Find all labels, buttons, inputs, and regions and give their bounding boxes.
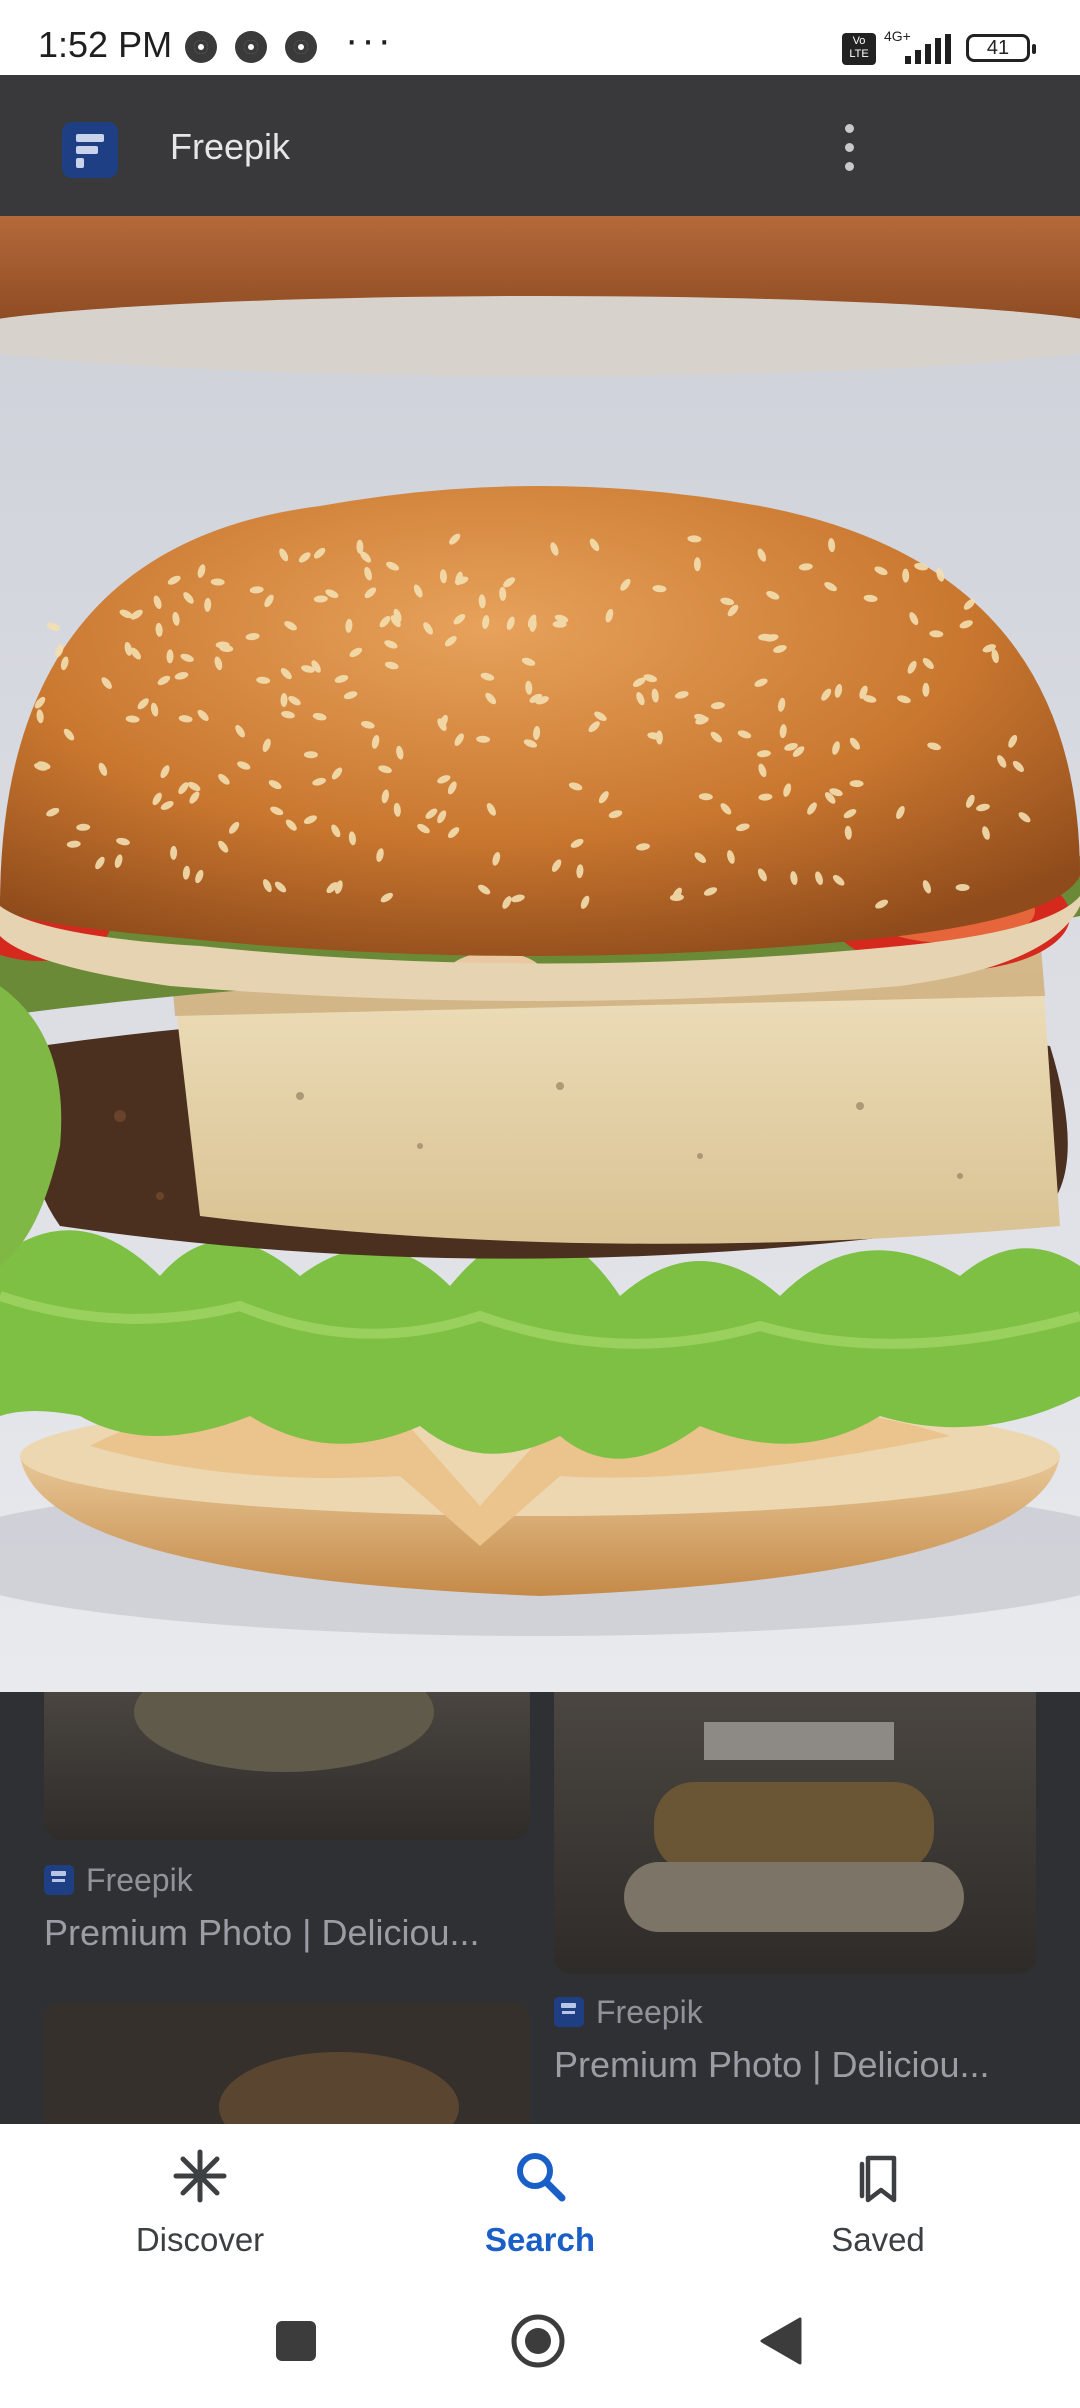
- battery-icon: 41: [966, 34, 1036, 62]
- image-viewer-header: [0, 75, 1080, 216]
- volte-icon: Vo LTE: [842, 33, 876, 65]
- status-time: 1:52 PM: [38, 24, 173, 65]
- recents-button[interactable]: [274, 2319, 318, 2363]
- nav-label: Search: [484, 2221, 596, 2258]
- freepik-logo: [44, 1865, 74, 1895]
- freepik-logo[interactable]: [62, 122, 118, 178]
- site-name[interactable]: Freepik: [170, 126, 290, 168]
- result-source[interactable]: Freepik: [554, 1994, 703, 2031]
- status-bar: 1:52 PM ··· Vo LTE 4G+ 41: [0, 0, 1080, 75]
- more-notifications-icon: ···: [345, 18, 394, 62]
- chrome-notification-icon: [185, 31, 217, 63]
- back-button[interactable]: [758, 2315, 804, 2367]
- more-vert-icon[interactable]: [834, 120, 864, 176]
- nav-search[interactable]: Search: [430, 2124, 650, 2299]
- nav-discover[interactable]: Discover: [90, 2124, 310, 2299]
- bookmarks-icon: [859, 2155, 897, 2203]
- result-title[interactable]: Premium Photo | Deliciou...: [44, 1912, 480, 1954]
- nav-saved[interactable]: Saved: [768, 2124, 988, 2299]
- chrome-notification-icon: [235, 31, 267, 63]
- result-thumbnail[interactable]: [44, 2002, 530, 2124]
- result-thumbnail[interactable]: [44, 1692, 530, 1840]
- freepik-logo: [554, 1997, 584, 2027]
- system-navigation-bar: [0, 2299, 1080, 2408]
- chrome-notification-icon: [285, 31, 317, 63]
- bottom-navigation: Discover Search Saved: [0, 2124, 1080, 2299]
- nav-label: Discover: [135, 2221, 265, 2258]
- nav-label: Saved: [831, 2221, 925, 2258]
- signal-strength-icon: [905, 34, 955, 64]
- search-icon: [517, 2153, 566, 2202]
- home-button[interactable]: [510, 2313, 566, 2369]
- result-title[interactable]: Premium Photo | Deliciou...: [554, 2044, 990, 2086]
- asterisk-icon: [173, 2149, 227, 2203]
- result-source[interactable]: Freepik: [44, 1862, 193, 1899]
- main-preview-image[interactable]: [0, 216, 1080, 1692]
- result-thumbnail[interactable]: [554, 1692, 1036, 1974]
